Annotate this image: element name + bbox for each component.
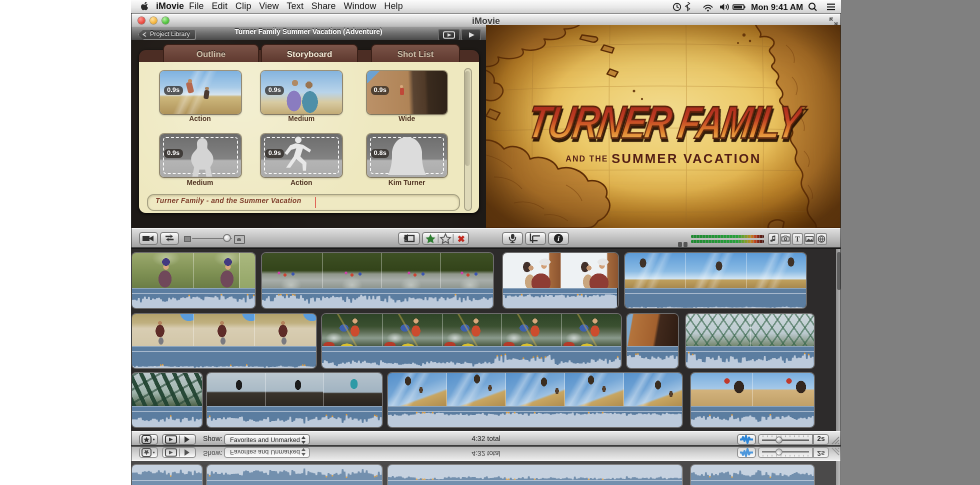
svg-text:T: T xyxy=(795,234,800,243)
